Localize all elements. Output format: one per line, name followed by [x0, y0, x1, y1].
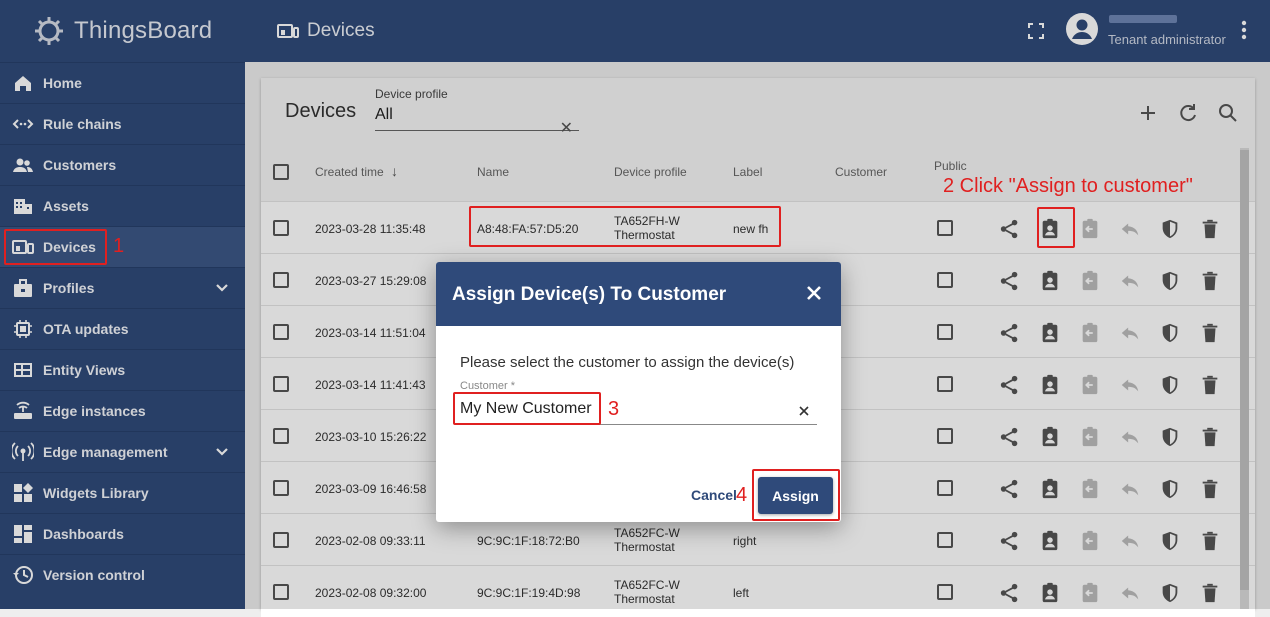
annotation-step-3: 3: [608, 398, 620, 420]
customer-field-label: Customer *: [460, 380, 516, 392]
annotation-box-devices: [4, 229, 107, 265]
dialog-title: Assign Device(s) To Customer: [452, 284, 727, 305]
clear-customer-icon[interactable]: [798, 404, 810, 422]
dialog-prompt: Please select the customer to assign the…: [460, 354, 795, 371]
annotation-step-2: 2 Click "Assign to customer": [943, 175, 1193, 197]
dialog-header: Assign Device(s) To Customer: [436, 262, 841, 326]
cancel-button[interactable]: Cancel: [691, 487, 737, 503]
annotation-box-device-row: [469, 206, 781, 247]
annotation-box-assign-button: [752, 469, 840, 521]
close-icon[interactable]: [805, 284, 823, 307]
annotation-step-4: 4: [736, 484, 748, 506]
annotation-step-1: 1: [113, 235, 125, 257]
annotation-box-assign-icon: [1037, 207, 1075, 248]
annotation-box-customer-input: [453, 392, 601, 425]
